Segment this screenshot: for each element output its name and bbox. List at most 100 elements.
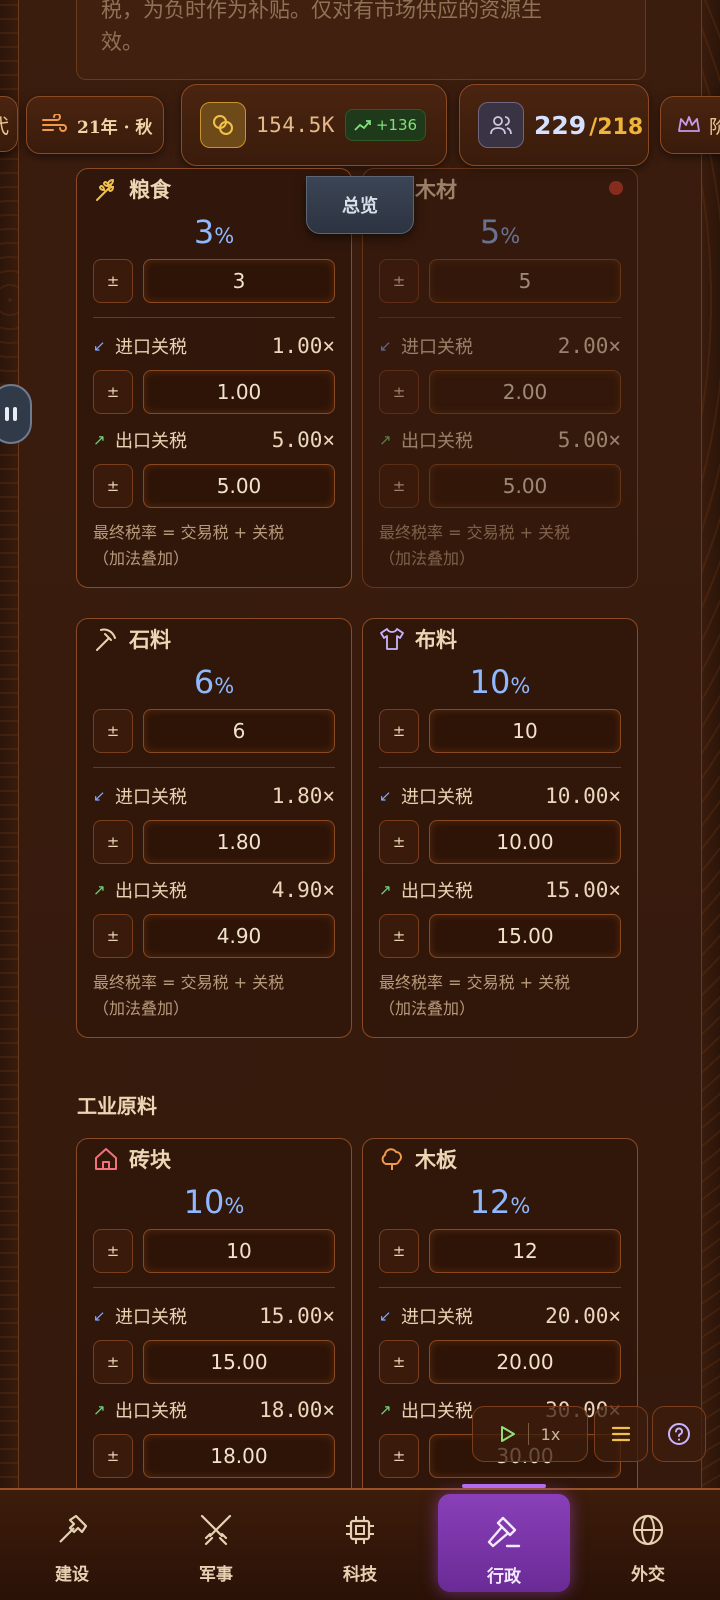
export-tariff-row: ↗ 出口关税 4.90× (93, 870, 335, 910)
rate-value: 3 (193, 213, 215, 251)
menu-button[interactable] (594, 1406, 648, 1462)
help-button[interactable] (652, 1406, 706, 1462)
import-tariff-row: ↙ 进口关税 10.00× (379, 776, 621, 816)
shirt-icon (380, 628, 404, 650)
nav-build[interactable]: 建设 (0, 1490, 144, 1600)
import-multiplier: 20.00× (545, 1304, 621, 1328)
export-sign-toggle[interactable]: ± (379, 1434, 419, 1478)
rate-sign-toggle[interactable]: ± (379, 1229, 419, 1273)
treasury-chip[interactable]: 154.5K +136 (181, 84, 447, 166)
rate-input[interactable]: 12 (429, 1229, 621, 1273)
arrow-up-right-icon: ↗ (93, 431, 106, 449)
trend-up-icon (354, 120, 371, 131)
export-input[interactable]: 18.00 (143, 1434, 335, 1478)
rate-sign-toggle[interactable]: ± (93, 1229, 133, 1273)
import-label: 进口关税 (115, 787, 187, 808)
import-tariff-row: ↙ 进口关税 1.00× (93, 326, 335, 366)
speed-value: 1x (540, 1424, 561, 1444)
arrow-down-left-icon: ↙ (379, 337, 392, 355)
export-input-row: ±18.00 (93, 1434, 335, 1478)
resource-name: 砖块 (129, 1148, 171, 1172)
import-label: 进口关税 (115, 1307, 187, 1328)
nav-admin[interactable]: 行政 (432, 1484, 576, 1600)
export-sign-toggle[interactable]: ± (379, 464, 419, 508)
export-sign-toggle[interactable]: ± (93, 464, 133, 508)
export-input[interactable]: 15.00 (429, 914, 621, 958)
export-input[interactable]: 5.00 (429, 464, 621, 508)
users-icon (478, 102, 524, 148)
import-sign-toggle[interactable]: ± (379, 1340, 419, 1384)
trade-tax-rate: 6% (93, 659, 335, 705)
import-input[interactable]: 2.00 (429, 370, 621, 414)
export-input-row: ±5.00 (379, 464, 621, 508)
population-chip[interactable]: 229/218 (459, 84, 649, 166)
chip-icon (346, 1516, 374, 1544)
export-input[interactable]: 5.00 (143, 464, 335, 508)
export-sign-toggle[interactable]: ± (379, 914, 419, 958)
stratum-chip[interactable]: 阶 (660, 96, 720, 154)
era-chip[interactable]: 代 (0, 96, 18, 152)
import-label: 进口关税 (115, 337, 187, 358)
import-sign-toggle[interactable]: ± (379, 370, 419, 414)
population-value: 229 (534, 110, 587, 140)
export-input-row: ±5.00 (93, 464, 335, 508)
export-label: 出口关税 (401, 431, 473, 452)
import-multiplier: 1.00× (271, 334, 335, 358)
card-divider (93, 1287, 335, 1288)
formula-line-1: 最终税率 = 交易税 + 关税 (93, 523, 285, 542)
import-tariff-row: ↙ 进口关税 20.00× (379, 1296, 621, 1336)
card-header: 布料 (379, 619, 621, 659)
import-input[interactable]: 15.00 (143, 1340, 335, 1384)
percent-sign: % (224, 1194, 245, 1218)
import-input[interactable]: 1.00 (143, 370, 335, 414)
bottom-navigation: 建设 军事 科技 行政 外交 (0, 1484, 720, 1600)
formula-note: 最终税率 = 交易税 + 关税 （加法叠加） (379, 520, 621, 572)
card-divider (379, 317, 621, 318)
import-input-row: ±10.00 (379, 820, 621, 864)
import-sign-toggle[interactable]: ± (379, 820, 419, 864)
export-sign-toggle[interactable]: ± (93, 914, 133, 958)
card-divider (379, 767, 621, 768)
rate-input[interactable]: 5 (429, 259, 621, 303)
rate-value: 10 (469, 663, 511, 701)
era-label: 代 (0, 110, 9, 139)
nav-diplomacy[interactable]: 外交 (576, 1490, 720, 1600)
nav-tech[interactable]: 科技 (288, 1490, 432, 1600)
nav-military[interactable]: 军事 (144, 1490, 288, 1600)
import-sign-toggle[interactable]: ± (93, 820, 133, 864)
rate-sign-toggle[interactable]: ± (379, 709, 419, 753)
card-divider (379, 1287, 621, 1288)
export-sign-toggle[interactable]: ± (93, 1434, 133, 1478)
rate-input[interactable]: 3 (143, 259, 335, 303)
rate-input[interactable]: 6 (143, 709, 335, 753)
overview-tab[interactable]: 总览 (306, 176, 414, 234)
export-input[interactable]: 4.90 (143, 914, 335, 958)
formula-line-2: （加法叠加） (379, 999, 476, 1018)
income-badge: +136 (344, 109, 427, 141)
rate-input[interactable]: 10 (143, 1229, 335, 1273)
rate-input[interactable]: 10 (429, 709, 621, 753)
import-input[interactable]: 20.00 (429, 1340, 621, 1384)
speed-control[interactable]: 1x (472, 1406, 588, 1462)
import-sign-toggle[interactable]: ± (93, 1340, 133, 1384)
export-multiplier: 15.00× (545, 878, 621, 902)
rate-sign-toggle[interactable]: ± (379, 259, 419, 303)
globe-icon (632, 1514, 664, 1546)
import-input[interactable]: 10.00 (429, 820, 621, 864)
population-max: /218 (589, 114, 644, 140)
nav-military-label: 军事 (199, 1565, 233, 1585)
stratum-label: 阶 (709, 115, 720, 138)
date-chip[interactable]: 21年 · 秋 (26, 96, 164, 154)
arrow-down-left-icon: ↙ (93, 1307, 106, 1325)
side-drawer-handle[interactable] (0, 384, 32, 444)
top-status-bar: 代 21年 · 秋 154.5K +136 229/218 阶 (0, 82, 720, 168)
rate-sign-toggle[interactable]: ± (93, 259, 133, 303)
formula-line-1: 最终税率 = 交易税 + 关税 (379, 973, 571, 992)
nav-diplomacy-label: 外交 (631, 1565, 665, 1585)
percent-sign: % (510, 1194, 531, 1218)
import-input-row: ±1.80 (93, 820, 335, 864)
import-sign-toggle[interactable]: ± (93, 370, 133, 414)
import-input[interactable]: 1.80 (143, 820, 335, 864)
rate-input-row: ±12 (379, 1229, 621, 1273)
rate-sign-toggle[interactable]: ± (93, 709, 133, 753)
